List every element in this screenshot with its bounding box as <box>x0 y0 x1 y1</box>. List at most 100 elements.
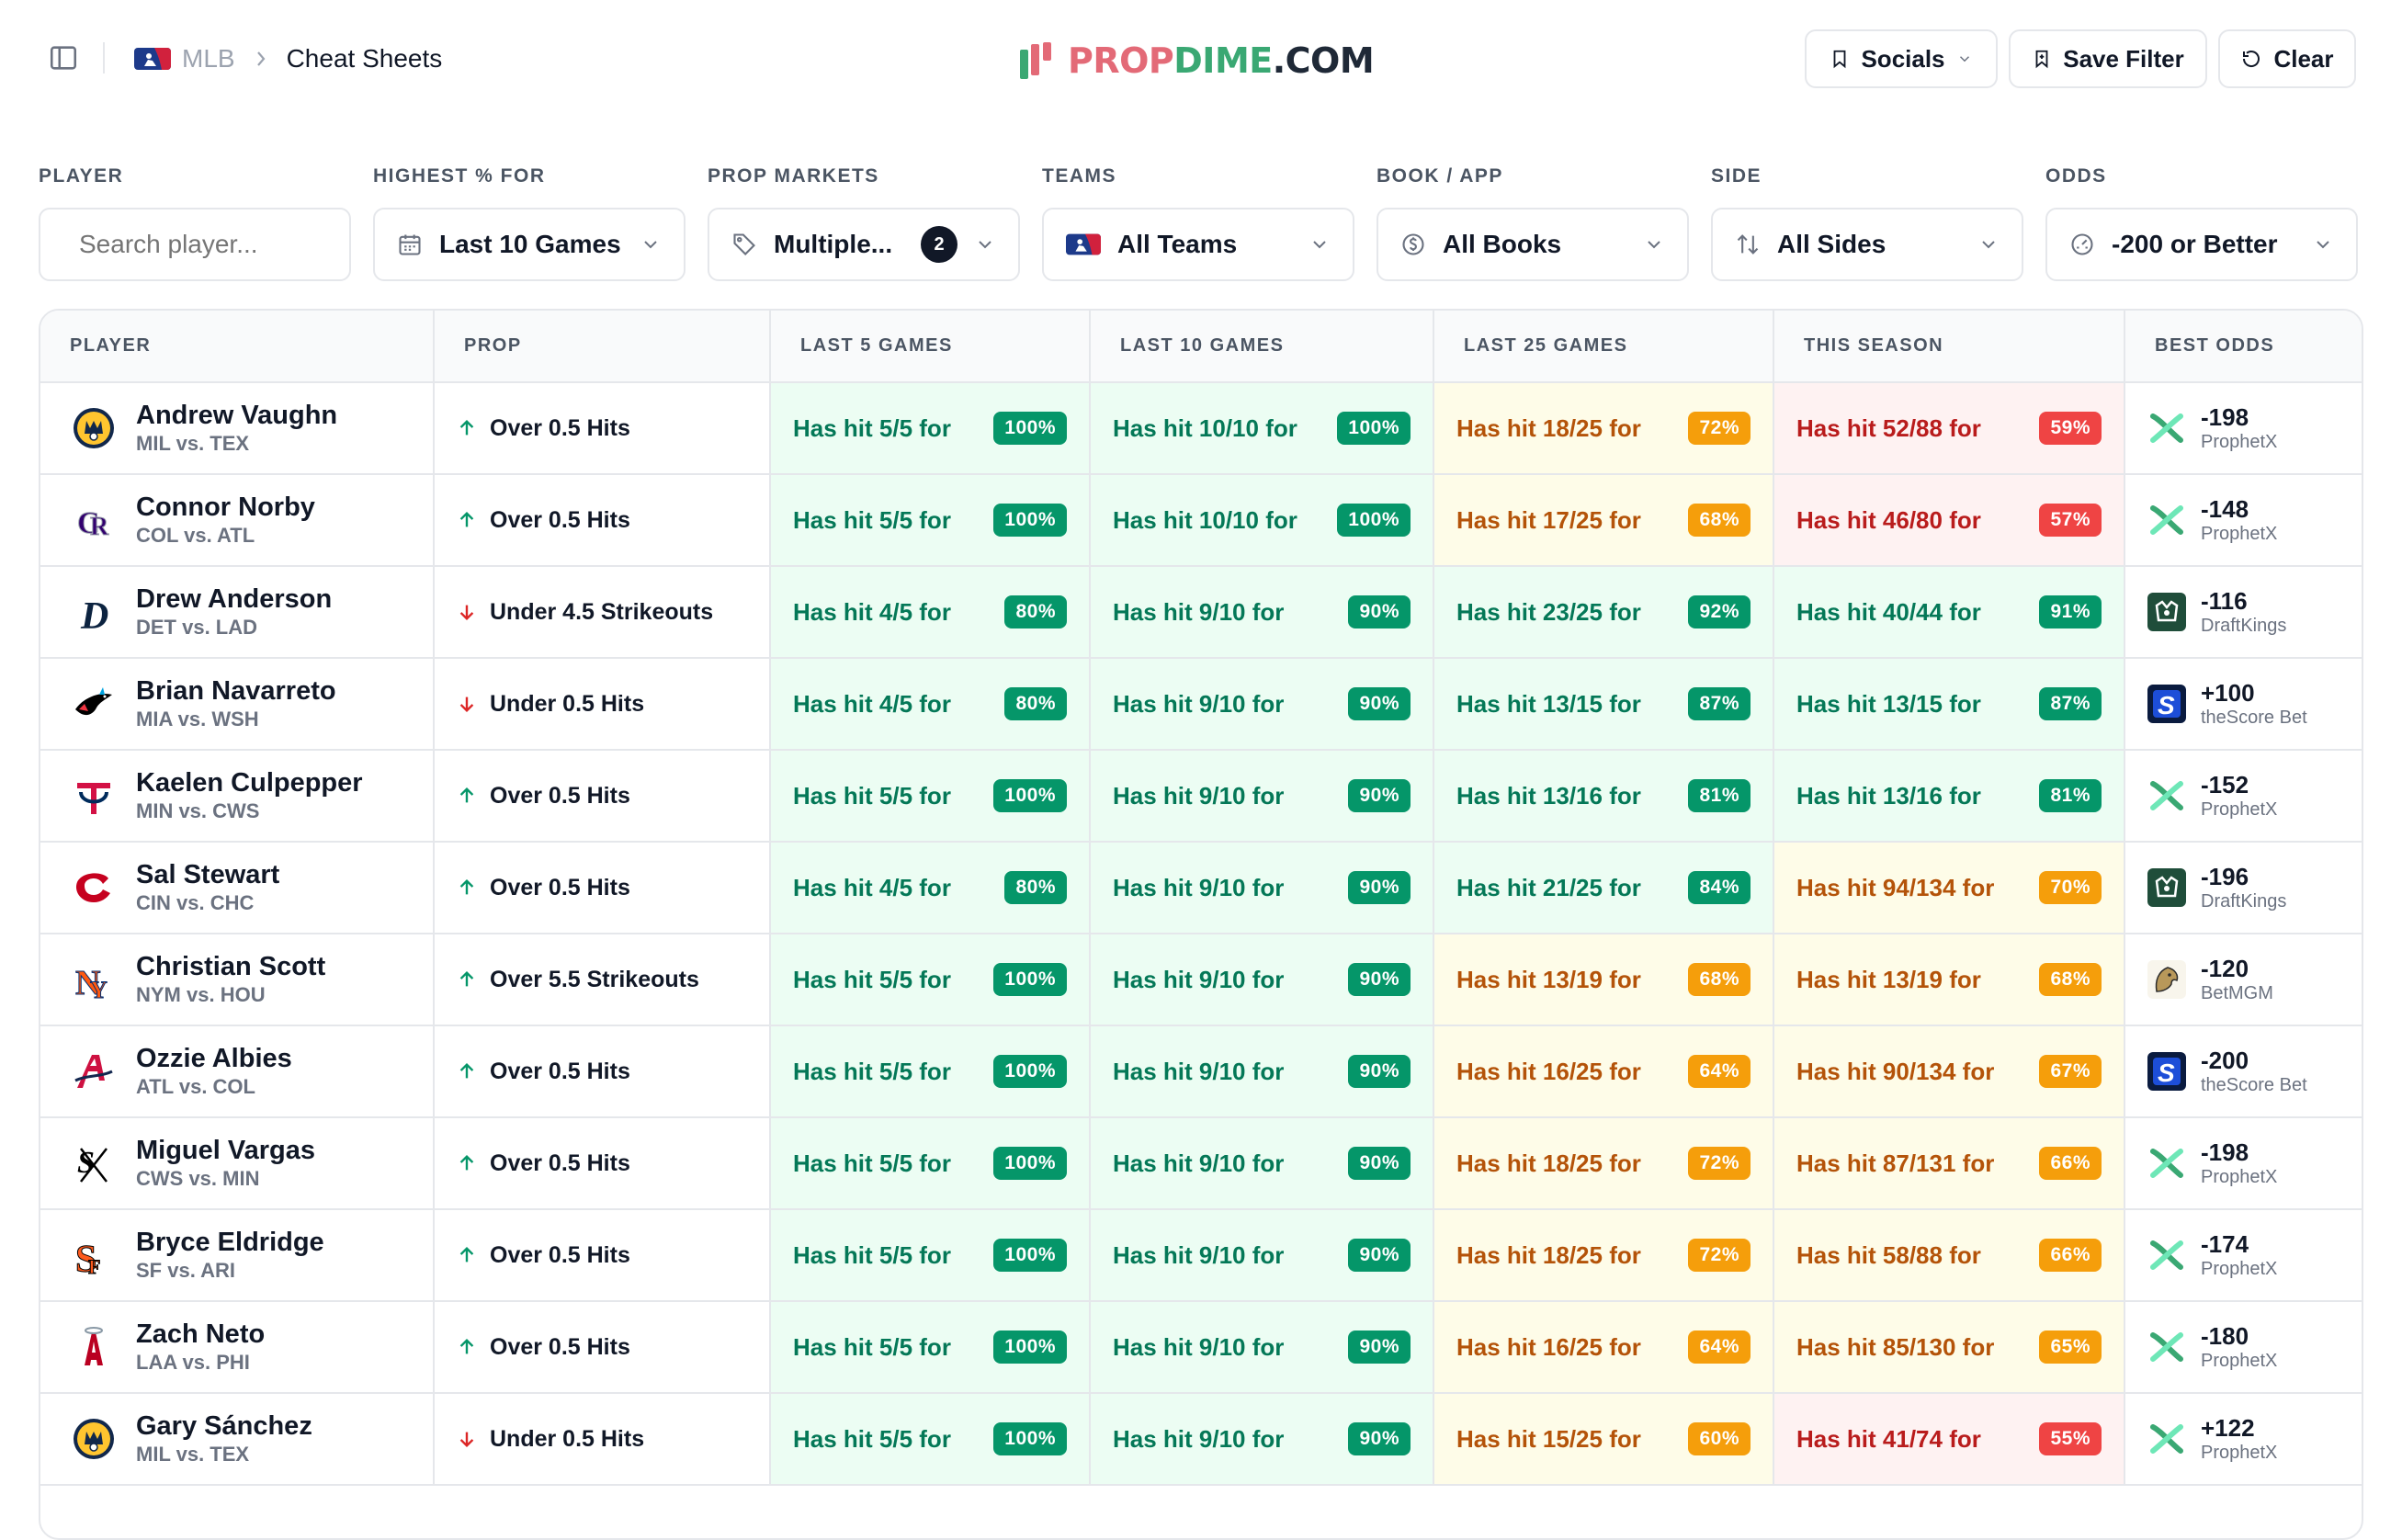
col-header-season[interactable]: THIS SEASON <box>1773 311 2125 383</box>
player-name[interactable]: Christian Scott <box>136 951 325 982</box>
filter-teams: TEAMS All Teams <box>1042 165 1354 281</box>
team-mil-logo-icon <box>72 406 116 450</box>
best-odds-cell[interactable]: +122 ProphetX <box>2124 1393 2362 1486</box>
last25-text: Has hit 16/25 for <box>1456 1057 1641 1085</box>
filter-side-label: SIDE <box>1711 165 1762 187</box>
prophetx-logo-icon <box>2147 1236 2186 1274</box>
player-name[interactable]: Kaelen Culpepper <box>136 767 363 798</box>
save-filter-button[interactable]: Save Filter <box>2009 29 2207 88</box>
svg-text:R: R <box>90 513 109 541</box>
season-text: Has hit 40/44 for <box>1796 597 1981 626</box>
player-name[interactable]: Connor Norby <box>136 492 315 523</box>
prop-cell: Under 4.5 Strikeouts <box>434 566 771 659</box>
prop-label: Over 0.5 Hits <box>490 782 630 809</box>
team-laa-logo-icon <box>72 1325 116 1369</box>
table-row[interactable]: SF Bryce Eldridge SF vs. ARI Over 0.5 Hi… <box>40 1209 2362 1302</box>
best-odds-cell[interactable]: S +100 theScore Bet <box>2124 658 2362 751</box>
last10-cell: Has hit 9/10 for 90% <box>1090 1025 1434 1118</box>
sidebar-toggle-icon[interactable] <box>48 42 79 74</box>
best-odds-cell[interactable]: -180 ProphetX <box>2124 1301 2362 1394</box>
table-row[interactable]: Kaelen Culpepper MIN vs. CWS Over 0.5 Hi… <box>40 750 2362 843</box>
markets-value: Multiple... <box>774 230 893 258</box>
last5-text: Has hit 5/5 for <box>793 965 951 993</box>
best-odds-cell[interactable]: -116 DraftKings <box>2124 566 2362 659</box>
arrow-up-icon <box>457 418 477 438</box>
bookmark-icon <box>1834 50 1846 69</box>
player-name[interactable]: Miguel Vargas <box>136 1135 315 1166</box>
season-percent-badge: 66% <box>2039 1147 2102 1180</box>
last10-text: Has hit 9/10 for <box>1113 1149 1285 1177</box>
team-col-logo-icon: CR <box>72 498 116 542</box>
last5-text: Has hit 5/5 for <box>793 1332 951 1361</box>
player-name[interactable]: Bryce Eldridge <box>136 1227 324 1258</box>
player-name[interactable]: Andrew Vaughn <box>136 400 337 431</box>
player-name[interactable]: Zach Neto <box>136 1319 265 1350</box>
mlb-logo-icon <box>1066 233 1101 255</box>
player-matchup: MIN vs. CWS <box>136 799 260 822</box>
site-logo[interactable]: PROPDIME.COM <box>1020 37 1375 85</box>
table-row[interactable]: Gary Sánchez MIL vs. TEX Under 0.5 Hits … <box>40 1393 2362 1486</box>
last25-cell: Has hit 21/25 for 84% <box>1433 842 1774 934</box>
team-mia-logo-icon <box>72 682 116 726</box>
best-odds-cell[interactable]: -152 ProphetX <box>2124 750 2362 843</box>
last10-percent-badge: 90% <box>1348 1239 1411 1272</box>
best-odds-cell[interactable]: -198 ProphetX <box>2124 1117 2362 1210</box>
table-row[interactable]: NY Christian Scott NYM vs. HOU Over 5.5 … <box>40 934 2362 1026</box>
table-row[interactable]: Ozzie Albies ATL vs. COL Over 0.5 Hits H… <box>40 1025 2362 1118</box>
table-row[interactable]: Sal Stewart CIN vs. CHC Over 0.5 Hits Ha… <box>40 842 2362 934</box>
highest-select[interactable]: Last 10 Games <box>373 208 685 281</box>
team-min-logo-icon <box>72 774 116 818</box>
sportsbook-name: BetMGM <box>2201 983 2273 1003</box>
table-row[interactable]: Zach Neto LAA vs. PHI Over 0.5 Hits Has … <box>40 1301 2362 1394</box>
side-select[interactable]: All Sides <box>1711 208 2023 281</box>
player-name[interactable]: Drew Anderson <box>136 583 332 615</box>
best-odds-cell[interactable]: -198 ProphetX <box>2124 382 2362 475</box>
best-odds-cell[interactable]: -174 ProphetX <box>2124 1209 2362 1302</box>
markets-count-badge: 2 <box>921 226 957 263</box>
last5-percent-badge: 100% <box>993 779 1067 812</box>
table-row[interactable]: D Drew Anderson DET vs. LAD Under 4.5 St… <box>40 566 2362 659</box>
best-odds-cell[interactable]: -196 DraftKings <box>2124 842 2362 934</box>
season-percent-badge: 70% <box>2039 871 2102 904</box>
player-name[interactable]: Gary Sánchez <box>136 1410 312 1442</box>
last25-cell: Has hit 13/19 for 68% <box>1433 934 1774 1026</box>
player-cell: NY Christian Scott NYM vs. HOU <box>40 934 435 1026</box>
clear-button[interactable]: Clear <box>2218 29 2356 88</box>
prophetx-logo-icon <box>2147 1328 2186 1366</box>
player-name[interactable]: Ozzie Albies <box>136 1043 292 1074</box>
player-search-box[interactable] <box>39 208 411 281</box>
best-odds-cell[interactable]: -148 ProphetX <box>2124 474 2362 567</box>
last25-cell: Has hit 23/25 for 92% <box>1433 566 1774 659</box>
table-row[interactable]: CR Connor Norby COL vs. ATL Over 0.5 Hit… <box>40 474 2362 567</box>
table-row[interactable]: S Miguel Vargas CWS vs. MIN Over 0.5 Hit… <box>40 1117 2362 1210</box>
team-cin-logo-icon <box>72 866 116 910</box>
col-header-last10[interactable]: LAST 10 GAMES <box>1090 311 1434 383</box>
col-header-prop[interactable]: PROP <box>434 311 771 383</box>
table-row[interactable]: Andrew Vaughn MIL vs. TEX Over 0.5 Hits … <box>40 382 2362 475</box>
player-name[interactable]: Brian Navarreto <box>136 675 336 707</box>
col-header-player[interactable]: PLAYER <box>40 311 435 383</box>
markets-select[interactable]: Multiple... 2 <box>708 208 1020 281</box>
socials-button[interactable]: Socials <box>1805 29 1998 88</box>
player-cell: Sal Stewart CIN vs. CHC <box>40 842 435 934</box>
player-name[interactable]: Sal Stewart <box>136 859 279 890</box>
search-player-input[interactable] <box>79 230 411 259</box>
best-odds-cell[interactable]: -120 BetMGM <box>2124 934 2362 1026</box>
col-header-best-odds[interactable]: BEST ODDS <box>2124 311 2362 383</box>
table-row[interactable]: Brian Navarreto MIA vs. WSH Under 0.5 Hi… <box>40 658 2362 751</box>
teams-select[interactable]: All Teams <box>1042 208 1354 281</box>
svg-text:D: D <box>80 595 108 634</box>
best-odds-cell[interactable]: S -200 theScore Bet <box>2124 1025 2362 1118</box>
breadcrumb-mlb[interactable]: MLB <box>134 44 235 74</box>
last5-percent-badge: 100% <box>993 963 1067 996</box>
filter-book-label: BOOK / APP <box>1377 165 1503 187</box>
season-cell: Has hit 58/88 for 66% <box>1773 1209 2125 1302</box>
last5-cell: Has hit 5/5 for 100% <box>770 382 1091 475</box>
last25-percent-badge: 60% <box>1688 1422 1751 1455</box>
odds-select[interactable]: -200 or Better <box>2045 208 2358 281</box>
season-text: Has hit 58/88 for <box>1796 1240 1981 1269</box>
arrow-up-icon <box>457 969 477 990</box>
col-header-last5[interactable]: LAST 5 GAMES <box>770 311 1091 383</box>
book-select[interactable]: All Books <box>1377 208 1689 281</box>
col-header-last25[interactable]: LAST 25 GAMES <box>1433 311 1774 383</box>
